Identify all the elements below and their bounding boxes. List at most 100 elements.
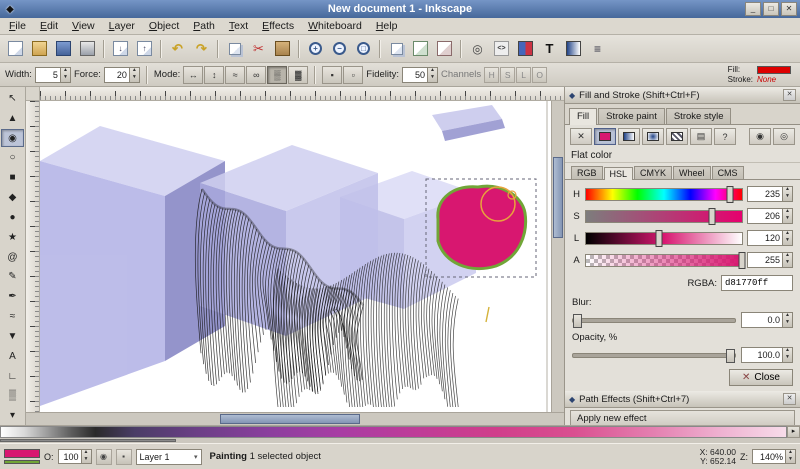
menu-edit[interactable]: Edit <box>33 18 65 34</box>
zoom-in-button[interactable]: + <box>304 37 327 60</box>
palette-scrollbar[interactable] <box>0 438 800 443</box>
zoom-value[interactable]: 140% <box>753 450 785 463</box>
connector-tool[interactable]: ∟ <box>1 367 24 386</box>
undo-button[interactable]: ↶ <box>166 37 189 60</box>
tweak-mode-paint-color[interactable]: ▒ <box>267 66 287 84</box>
force-spinner[interactable]: 20 ▲▼ <box>104 67 140 83</box>
dock-close-icon[interactable]: ✕ <box>783 89 796 101</box>
open-document-button[interactable] <box>28 37 51 60</box>
print-document-button[interactable] <box>76 37 99 60</box>
vertical-scrollbar-thumb[interactable] <box>553 157 563 238</box>
slider-track-s[interactable] <box>585 210 743 223</box>
width-value[interactable]: 5 <box>36 68 60 82</box>
zoom-spinner[interactable]: 140% ▲▼ <box>752 449 796 464</box>
minimize-button[interactable]: _ <box>745 2 761 16</box>
fill-stroke-header[interactable]: ◆ Fill and Stroke (Shift+Ctrl+F) ✕ <box>565 87 800 104</box>
tweak-mode-roughen[interactable]: ∞ <box>246 66 266 84</box>
cut-button[interactable]: ✂ <box>247 37 270 60</box>
menu-help[interactable]: Help <box>369 18 405 34</box>
ellipse-tool[interactable]: ● <box>1 208 24 227</box>
vertical-ruler[interactable] <box>26 101 40 412</box>
blur-value[interactable]: 0.0 <box>742 313 782 327</box>
layer-selector[interactable]: Layer 1 ▾ <box>136 449 202 465</box>
slider-thumb-s[interactable] <box>709 208 716 225</box>
paint-flat-color-button[interactable] <box>594 128 616 145</box>
zoom-page-button[interactable]: □ <box>352 37 375 60</box>
pencil-tool[interactable]: ✎ <box>1 267 24 286</box>
slider-arrows-h[interactable]: ▲▼ <box>782 187 792 201</box>
rect-tool[interactable]: ■ <box>1 168 24 187</box>
horizontal-scrollbar[interactable] <box>26 412 564 425</box>
paint-bucket-tool[interactable]: ▼ <box>1 327 24 346</box>
horizontal-ruler[interactable] <box>40 87 564 101</box>
menu-text[interactable]: Text <box>222 18 255 34</box>
slider-track-l[interactable] <box>585 232 743 245</box>
opacity-spin-arrows[interactable]: ▲▼ <box>782 348 792 362</box>
menu-path[interactable]: Path <box>186 18 222 34</box>
unlink-clone-button[interactable] <box>433 37 456 60</box>
color-tab-hsl[interactable]: HSL <box>604 167 634 180</box>
paint-none-button[interactable]: ✕ <box>570 128 592 145</box>
blur-spinner[interactable]: 0.0 ▲▼ <box>741 312 793 328</box>
maximize-button[interactable]: □ <box>763 2 779 16</box>
channel-h-button[interactable]: H <box>484 67 499 83</box>
blur-slider[interactable] <box>572 318 736 323</box>
fill-stroke-dialog-button[interactable] <box>514 37 537 60</box>
node-tool[interactable]: ▲ <box>1 109 24 128</box>
fill-rule-evenodd-button[interactable]: ◎ <box>773 128 795 145</box>
paint-unknown-button[interactable]: ? <box>714 128 736 145</box>
tab-fill[interactable]: Fill <box>569 108 597 125</box>
path-effects-header[interactable]: ◆ Path Effects (Shift+Ctrl+7) ✕ <box>565 391 800 408</box>
path-effects-close-icon[interactable]: ✕ <box>783 393 796 405</box>
width-spin-arrows[interactable]: ▲▼ <box>60 68 70 82</box>
tab-stroke-style[interactable]: Stroke style <box>666 108 732 124</box>
fidelity-value[interactable]: 50 <box>403 68 427 82</box>
slider-spinner-l[interactable]: 120▲▼ <box>747 230 793 246</box>
blur-slider-thumb[interactable] <box>573 314 582 328</box>
opacity-slider-thumb[interactable] <box>726 349 735 363</box>
dropper-tool[interactable]: ▾ <box>1 406 24 425</box>
tweak-mode-push[interactable]: ↔ <box>183 66 203 84</box>
canvas[interactable] <box>40 101 551 412</box>
fill-swatch[interactable] <box>4 449 40 458</box>
star-tool[interactable]: ★ <box>1 228 24 247</box>
slider-arrows-a[interactable]: ▲▼ <box>782 253 792 267</box>
horizontal-scrollbar-thumb[interactable] <box>220 414 360 424</box>
export-document-button[interactable]: ↑ <box>133 37 156 60</box>
opacity-spinner[interactable]: 100.0 ▲▼ <box>741 347 793 363</box>
force-spin-arrows[interactable]: ▲▼ <box>129 68 139 82</box>
object-opacity-arrows[interactable]: ▲▼ <box>81 450 91 463</box>
tweak-mode-jitter-color[interactable]: ▓ <box>288 66 308 84</box>
palette-scrollbar-thumb[interactable] <box>0 439 176 442</box>
zoom-tool[interactable]: ○ <box>1 148 24 167</box>
paint-swatch-button[interactable]: ▤ <box>690 128 712 145</box>
slider-value-h[interactable]: 235 <box>748 187 782 201</box>
color-tab-rgb[interactable]: RGB <box>571 166 603 179</box>
color-tab-cmyk[interactable]: CMYK <box>634 166 672 179</box>
fill-stroke-indicator[interactable]: Fill: Stroke: None <box>728 65 795 84</box>
gradient-tool[interactable]: ▒ <box>1 386 24 405</box>
fidelity-spinner[interactable]: 50 ▲▼ <box>402 67 438 83</box>
color-tab-cms[interactable]: CMS <box>712 166 744 179</box>
slider-value-a[interactable]: 255 <box>748 253 782 267</box>
stroke-swatch[interactable] <box>4 460 40 464</box>
gradient-dialog-button[interactable] <box>562 37 585 60</box>
text-tool[interactable]: A <box>1 347 24 366</box>
color-tab-wheel[interactable]: Wheel <box>673 166 711 179</box>
palette-menu-button[interactable]: ▸ <box>787 426 800 438</box>
paint-linear-gradient-button[interactable] <box>618 128 640 145</box>
menu-object[interactable]: Object <box>142 18 186 34</box>
slider-spinner-h[interactable]: 235▲▼ <box>747 186 793 202</box>
fill-stroke-swatch-widget[interactable] <box>4 449 40 464</box>
slider-track-h[interactable] <box>585 188 743 201</box>
fill-rule-nonzero-button[interactable]: ◉ <box>749 128 771 145</box>
channel-o-button[interactable]: O <box>532 67 547 83</box>
slider-spinner-a[interactable]: 255▲▼ <box>747 252 793 268</box>
create-clone-button[interactable] <box>409 37 432 60</box>
slider-arrows-s[interactable]: ▲▼ <box>782 209 792 223</box>
menu-whiteboard[interactable]: Whiteboard <box>301 18 369 34</box>
redo-button[interactable]: ↷ <box>190 37 213 60</box>
box3d-large[interactable] <box>40 126 225 406</box>
tweak-fidelity-a[interactable]: ▪ <box>322 66 342 84</box>
layer-visibility-icon[interactable]: ◉ <box>96 449 112 465</box>
